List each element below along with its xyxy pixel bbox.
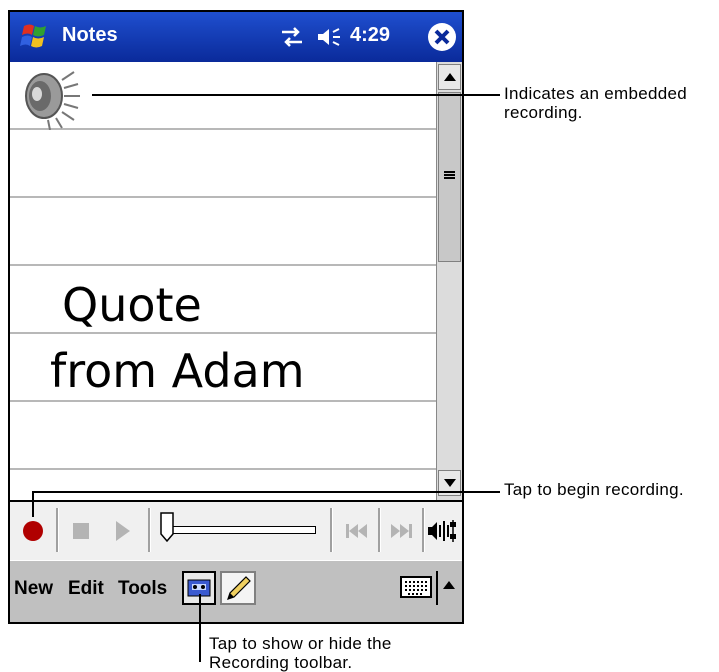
scroll-thumb[interactable] bbox=[438, 92, 461, 262]
arrow-up-icon bbox=[444, 73, 456, 81]
slider-thumb[interactable] bbox=[160, 512, 174, 542]
arrow-up-icon bbox=[443, 581, 455, 589]
menu-tools[interactable]: Tools bbox=[118, 578, 167, 600]
stop-button[interactable] bbox=[60, 510, 100, 552]
menu-edit[interactable]: Edit bbox=[68, 578, 104, 600]
callout-embedded-recording: Indicates an embedded recording. bbox=[504, 84, 688, 122]
grip-icon bbox=[444, 171, 455, 179]
ruled-line bbox=[10, 400, 436, 402]
skip-forward-icon bbox=[391, 524, 412, 538]
ink-text-line[interactable]: Quote bbox=[62, 278, 202, 332]
skip-back-icon bbox=[346, 524, 367, 538]
scroll-up-button[interactable] bbox=[438, 64, 461, 90]
vertical-scrollbar[interactable] bbox=[436, 62, 462, 500]
callout-line bbox=[199, 594, 201, 662]
callout-line bbox=[32, 491, 500, 493]
slider-track[interactable] bbox=[166, 526, 316, 534]
toolbar-divider bbox=[148, 508, 151, 552]
close-icon bbox=[429, 24, 455, 50]
toolbar-divider bbox=[330, 508, 333, 552]
close-button[interactable] bbox=[428, 23, 456, 51]
play-icon bbox=[116, 521, 130, 541]
callout-line bbox=[92, 94, 500, 96]
pocket-pc-screen: Notes 4:29 Quote from Adam New Edit Tool… bbox=[8, 10, 464, 624]
app-title: Notes bbox=[62, 24, 118, 46]
volume-slider[interactable] bbox=[154, 510, 324, 552]
fast-forward-button[interactable] bbox=[382, 510, 422, 552]
speaker-levels-icon bbox=[428, 520, 456, 542]
ruled-line bbox=[10, 196, 436, 198]
menu-new[interactable]: New bbox=[14, 578, 53, 600]
sync-arrows-icon[interactable] bbox=[280, 26, 304, 48]
speaker-recording-icon[interactable] bbox=[16, 66, 82, 130]
keyboard-icon[interactable] bbox=[400, 575, 432, 599]
toolbar-divider bbox=[56, 508, 59, 552]
ink-text-line[interactable]: from Adam bbox=[50, 344, 305, 398]
arrow-down-icon bbox=[444, 479, 456, 487]
callout-begin-recording: Tap to begin recording. bbox=[504, 480, 684, 499]
clock[interactable]: 4:29 bbox=[350, 24, 390, 47]
input-method-arrow-button[interactable] bbox=[436, 571, 458, 605]
recording-options-button[interactable] bbox=[424, 510, 460, 552]
title-bar: Notes 4:29 bbox=[10, 12, 462, 62]
record-icon bbox=[23, 521, 43, 541]
rewind-button[interactable] bbox=[336, 510, 376, 552]
callout-toggle-toolbar: Tap to show or hide the Recording toolba… bbox=[209, 634, 392, 672]
pen-button[interactable] bbox=[220, 571, 256, 605]
callout-line bbox=[32, 491, 34, 517]
ruled-line bbox=[10, 332, 436, 334]
speaker-icon[interactable] bbox=[316, 26, 342, 48]
windows-flag-icon[interactable] bbox=[16, 20, 52, 54]
recording-toolbar bbox=[10, 500, 462, 560]
toolbar-divider bbox=[378, 508, 381, 552]
ruled-line bbox=[10, 468, 436, 470]
stop-icon bbox=[73, 523, 89, 539]
note-writing-area[interactable]: Quote from Adam bbox=[10, 62, 436, 500]
ruled-line bbox=[10, 264, 436, 266]
pen-icon bbox=[227, 576, 251, 600]
play-button[interactable] bbox=[102, 510, 142, 552]
menu-bar: New Edit Tools bbox=[10, 560, 462, 622]
